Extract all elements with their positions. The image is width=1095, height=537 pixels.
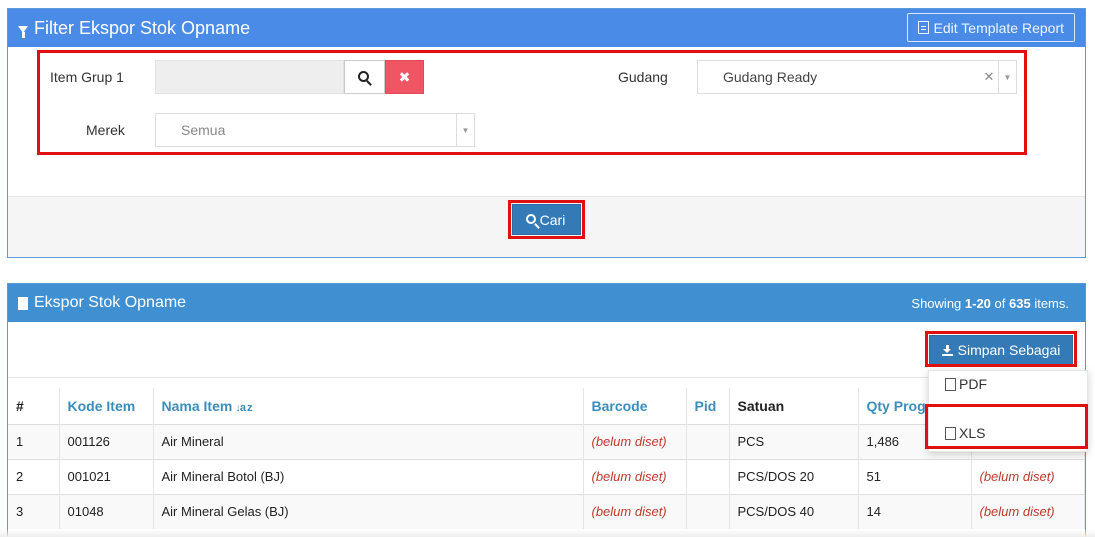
row-satuan: PCS/DOS 20 [729, 458, 859, 494]
item-group-clear-button[interactable]: ✖ [385, 60, 424, 94]
export-panel-title: Ekspor Stok Opname [18, 294, 186, 312]
table-row: 3 01048 Air Mineral Gelas (BJ) (belum di… [8, 493, 1085, 529]
col-barcode[interactable]: Barcode [583, 388, 687, 424]
chevron-down-icon[interactable]: ▼ [456, 114, 474, 146]
file-icon [18, 296, 28, 310]
row-pid [686, 423, 730, 459]
merek-select[interactable]: Semua ▼ [155, 113, 475, 147]
table-header-row: # Kode Item Nama Item ↓a z Barcode Pid Sa… [8, 388, 1085, 424]
download-icon [941, 344, 953, 356]
search-icon [358, 70, 369, 82]
document-icon [917, 21, 929, 34]
row-number: 2 [8, 458, 60, 494]
row-number: 1 [8, 423, 60, 459]
showing-prefix: Showing [911, 296, 965, 311]
save-as-button[interactable]: Simpan Sebagai [929, 335, 1073, 365]
row-nama: Air Mineral Botol (BJ) [153, 458, 584, 494]
menu-item-pdf-label: PDF [959, 376, 987, 392]
row-pid [686, 493, 730, 529]
pdf-file-icon [945, 377, 956, 391]
merek-selected-value: Semua [181, 122, 226, 138]
col-nama-item-label: Nama Item [161, 397, 233, 414]
export-title-text: Ekspor Stok Opname [34, 294, 187, 311]
row-kode: 001021 [59, 458, 154, 494]
gudang-label: Gudang [618, 69, 668, 85]
row-kode: 001126 [59, 423, 154, 459]
gudang-selected-value: Gudang Ready [723, 69, 818, 85]
col-pid[interactable]: Pid [686, 388, 730, 424]
row-satuan: PCS/DOS 40 [729, 493, 859, 529]
export-panel: Ekspor Stok Opname Showing 1-20 of 635 i… [7, 283, 1086, 537]
row-pid [686, 458, 730, 494]
close-icon: ✖ [398, 68, 411, 85]
col-satuan: Satuan [729, 388, 859, 424]
table-row: 2 001021 Air Mineral Botol (BJ) (belum d… [8, 458, 1085, 494]
stock-table: # Kode Item Nama Item ↓a z Barcode Pid Sa… [8, 388, 1085, 529]
filter-icon [18, 25, 28, 38]
showing-range: 1-20 [964, 296, 991, 311]
col-kode-item[interactable]: Kode Item [59, 388, 154, 424]
item-group-input[interactable] [155, 60, 344, 94]
col-number: # [8, 388, 60, 424]
gudang-clear-icon[interactable]: ✕ [980, 69, 998, 85]
row-barcode: (belum diset) [583, 493, 687, 529]
row-number: 3 [8, 493, 60, 529]
export-panel-header: Ekspor Stok Opname Showing 1-20 of 635 i… [8, 284, 1085, 322]
menu-item-pdf[interactable]: PDF [945, 376, 987, 392]
showing-of: of [990, 296, 1009, 311]
xls-file-icon [945, 426, 956, 440]
item-group-label: Item Grup 1 [50, 69, 124, 85]
row-nama: Air Mineral [153, 423, 584, 459]
save-as-dropdown: PDF XLS [928, 370, 1088, 452]
row-extra: (belum diset) [971, 493, 1085, 529]
showing-summary: Showing 1-20 of 635 items. [911, 296, 1069, 311]
menu-item-xls[interactable]: XLS [945, 425, 985, 441]
col-nama-item[interactable]: Nama Item ↓a z [153, 388, 584, 424]
filter-panel-header: Filter Ekspor Stok Opname Edit Template … [8, 9, 1085, 47]
table-row: 1 001126 Air Mineral (belum diset) PCS 1… [8, 423, 1085, 459]
row-barcode: (belum diset) [583, 458, 687, 494]
row-barcode: (belum diset) [583, 423, 687, 459]
showing-suffix: items. [1030, 296, 1069, 311]
filter-title-text: Filter Ekspor Stok Opname [34, 17, 251, 38]
row-kode: 01048 [59, 493, 154, 529]
menu-item-xls-label: XLS [959, 425, 986, 441]
merek-label: Merek [86, 122, 125, 138]
row-extra: (belum diset) [971, 458, 1085, 494]
search-icon [525, 213, 536, 224]
chevron-down-icon[interactable]: ▼ [998, 61, 1016, 93]
cari-button[interactable]: Cari [512, 204, 581, 235]
gudang-select[interactable]: Gudang Ready ✕ ▼ [697, 60, 1017, 94]
edit-template-report-button[interactable]: Edit Template Report [906, 13, 1075, 42]
toolbar-divider [8, 377, 1085, 378]
cari-label: Cari [539, 211, 566, 228]
row-qty: 51 [858, 458, 972, 494]
item-group-search-button[interactable] [344, 60, 385, 94]
edit-template-label: Edit Template Report [933, 19, 1064, 36]
page-bottom-fade [0, 529, 1095, 537]
row-nama: Air Mineral Gelas (BJ) [153, 493, 584, 529]
showing-total: 635 [1009, 296, 1031, 311]
row-qty: 14 [858, 493, 972, 529]
row-satuan: PCS [729, 423, 859, 459]
save-as-label: Simpan Sebagai [957, 342, 1061, 358]
sort-ascending-icon: ↓a z [235, 401, 252, 414]
filter-panel-title: Filter Ekspor Stok Opname [18, 18, 250, 39]
